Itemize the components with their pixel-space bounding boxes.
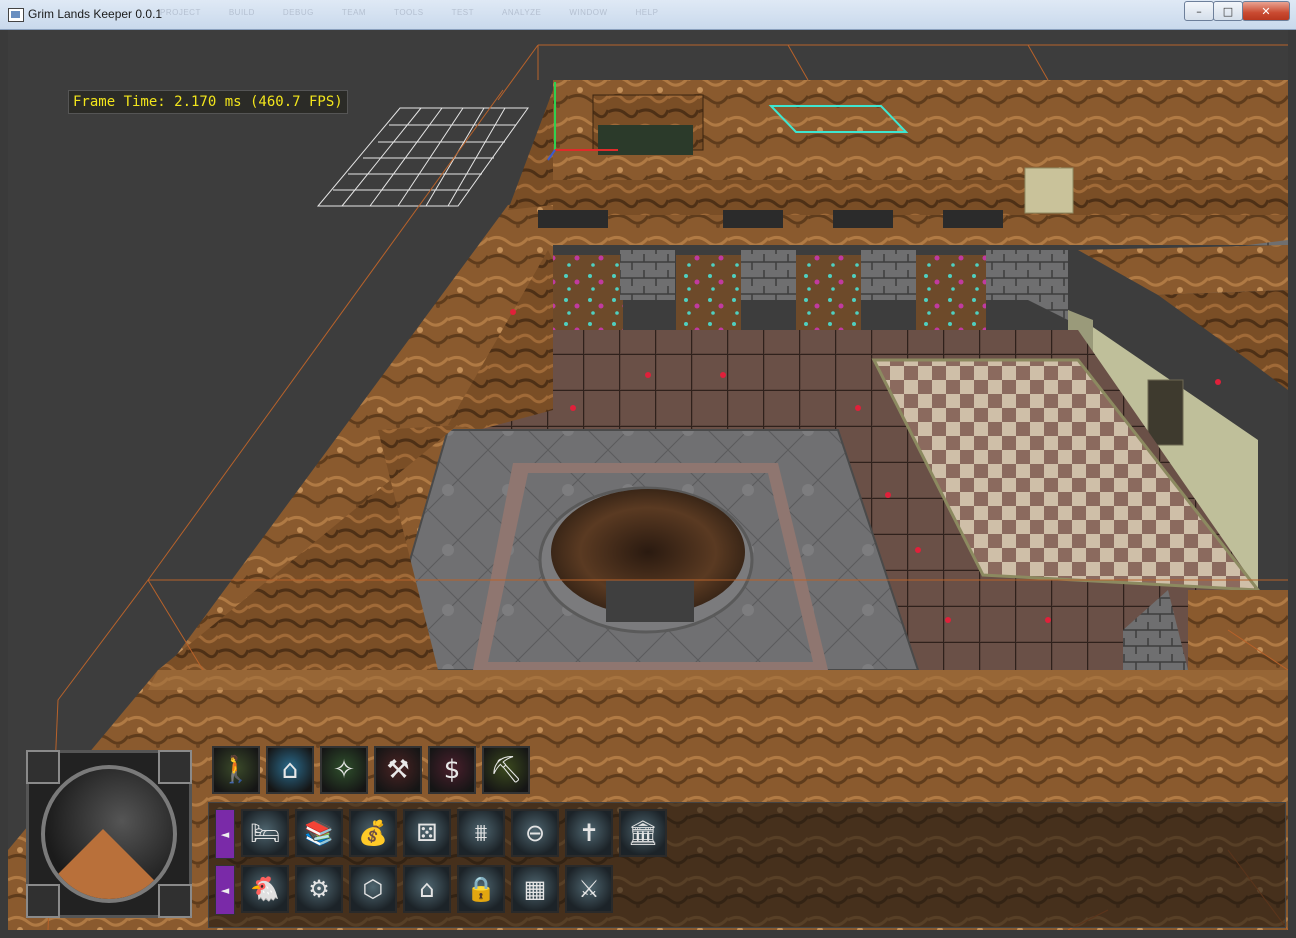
- room-workshop[interactable]: ⚙: [295, 865, 343, 913]
- tab-spells[interactable]: ✧: [320, 746, 368, 794]
- menu-bar[interactable]: PROJECT BUILD DEBUG TEAM TOOLS TEST ANAL…: [160, 8, 658, 17]
- menu-help[interactable]: HELP: [636, 8, 659, 17]
- minimize-button[interactable]: –: [1184, 1, 1214, 21]
- app-icon: [8, 8, 24, 22]
- room-row-1: ◄ 🛏 📚 💰 ⚄ ⩩ ⊖ ✝ 🏛: [215, 809, 667, 859]
- tab-gold[interactable]: $: [428, 746, 476, 794]
- door-icon: ⌂: [419, 875, 435, 903]
- room-library[interactable]: 📚: [295, 809, 343, 857]
- room-bridge[interactable]: ⩩: [457, 809, 505, 857]
- dice-icon: ⚄: [416, 819, 438, 847]
- menu-tools[interactable]: TOOLS: [394, 8, 423, 17]
- build-panel: ◄ 🛏 📚 💰 ⚄ ⩩ ⊖ ✝ 🏛 ◄ 🐔 ⚙ ⬡ ⌂ 🔒 ▦ ⚔: [208, 802, 1286, 928]
- pickaxe-icon: ⛏: [489, 755, 523, 785]
- window-title: Grim Lands Keeper 0.0.1: [28, 7, 163, 21]
- room-wall[interactable]: ▦: [511, 865, 559, 913]
- minimap[interactable]: [26, 750, 192, 918]
- room-hatchery[interactable]: 🐔: [241, 865, 289, 913]
- close-button[interactable]: ✕: [1242, 1, 1290, 21]
- house-icon: ⌂: [281, 755, 299, 785]
- room-barracks[interactable]: ⚔: [565, 865, 613, 913]
- bed-icon: 🛏: [249, 819, 281, 847]
- creature-icon: 🚶: [219, 755, 253, 785]
- magic-wand-icon: ✧: [333, 755, 355, 785]
- scroll-left-button[interactable]: ◄: [215, 865, 235, 915]
- room-trap[interactable]: ⬡: [349, 865, 397, 913]
- minimap-view[interactable]: [41, 765, 177, 903]
- minimap-corner: [26, 750, 60, 784]
- minimap-corner: [158, 750, 192, 784]
- tab-rooms[interactable]: ⌂: [266, 746, 314, 794]
- menu-test[interactable]: TEST: [452, 8, 474, 17]
- dungeon-scene[interactable]: [8, 30, 1288, 930]
- menu-build[interactable]: BUILD: [229, 8, 255, 17]
- menu-window[interactable]: WINDOW: [569, 8, 607, 17]
- menu-team[interactable]: TEAM: [342, 8, 366, 17]
- tab-workshop[interactable]: ⚒: [374, 746, 422, 794]
- training-dummy-icon: ⊖: [524, 819, 546, 847]
- money-bag-icon: 💰: [358, 819, 388, 847]
- chicken-icon: 🐔: [250, 875, 280, 903]
- room-row-2: ◄ 🐔 ⚙ ⬡ ⌂ 🔒 ▦ ⚔: [215, 865, 613, 915]
- frame-time-readout: Frame Time: 2.170 ms (460.7 FPS): [68, 90, 348, 114]
- category-tabs: 🚶 ⌂ ✧ ⚒ $ ⛏: [212, 746, 530, 794]
- gears-icon: ⚙: [308, 875, 330, 903]
- room-treasury[interactable]: 💰: [349, 809, 397, 857]
- menu-project[interactable]: PROJECT: [160, 8, 201, 17]
- room-temple[interactable]: 🏛: [619, 809, 667, 857]
- minimap-terrain: [46, 829, 160, 899]
- scroll-left-button[interactable]: ◄: [215, 809, 235, 859]
- room-training[interactable]: ⊖: [511, 809, 559, 857]
- window-controls: – □ ✕: [1184, 1, 1290, 21]
- minimap-corner: [158, 884, 192, 918]
- temple-icon: 🏛: [627, 819, 659, 847]
- maximize-button[interactable]: □: [1213, 1, 1243, 21]
- crossed-swords-icon: ⚔: [578, 875, 600, 903]
- hammer-icon: ⚒: [386, 755, 410, 785]
- tombstone-icon: ✝: [578, 819, 600, 847]
- menu-analyze[interactable]: ANALYZE: [502, 8, 541, 17]
- app-window: Grim Lands Keeper 0.0.1 PROJECT BUILD DE…: [0, 0, 1296, 938]
- room-casino[interactable]: ⚄: [403, 809, 451, 857]
- dollar-icon: $: [443, 755, 461, 785]
- trap-icon: ⬡: [362, 875, 384, 903]
- bridge-icon: ⩩: [474, 819, 488, 847]
- room-guardpost[interactable]: ⌂: [403, 865, 451, 913]
- padlock-icon: 🔒: [466, 875, 496, 903]
- menu-debug[interactable]: DEBUG: [283, 8, 314, 17]
- tab-dig[interactable]: ⛏: [482, 746, 530, 794]
- brick-wall-icon: ▦: [523, 875, 547, 903]
- placement-grid: [316, 107, 529, 207]
- books-icon: 📚: [304, 819, 334, 847]
- game-viewport[interactable]: Frame Time: 2.170 ms (460.7 FPS) 🚶 ⌂ ✧ ⚒…: [8, 30, 1288, 930]
- room-lair[interactable]: 🛏: [241, 809, 289, 857]
- title-bar[interactable]: Grim Lands Keeper 0.0.1 PROJECT BUILD DE…: [0, 0, 1296, 30]
- tab-creatures[interactable]: 🚶: [212, 746, 260, 794]
- room-prison[interactable]: 🔒: [457, 865, 505, 913]
- room-graveyard[interactable]: ✝: [565, 809, 613, 857]
